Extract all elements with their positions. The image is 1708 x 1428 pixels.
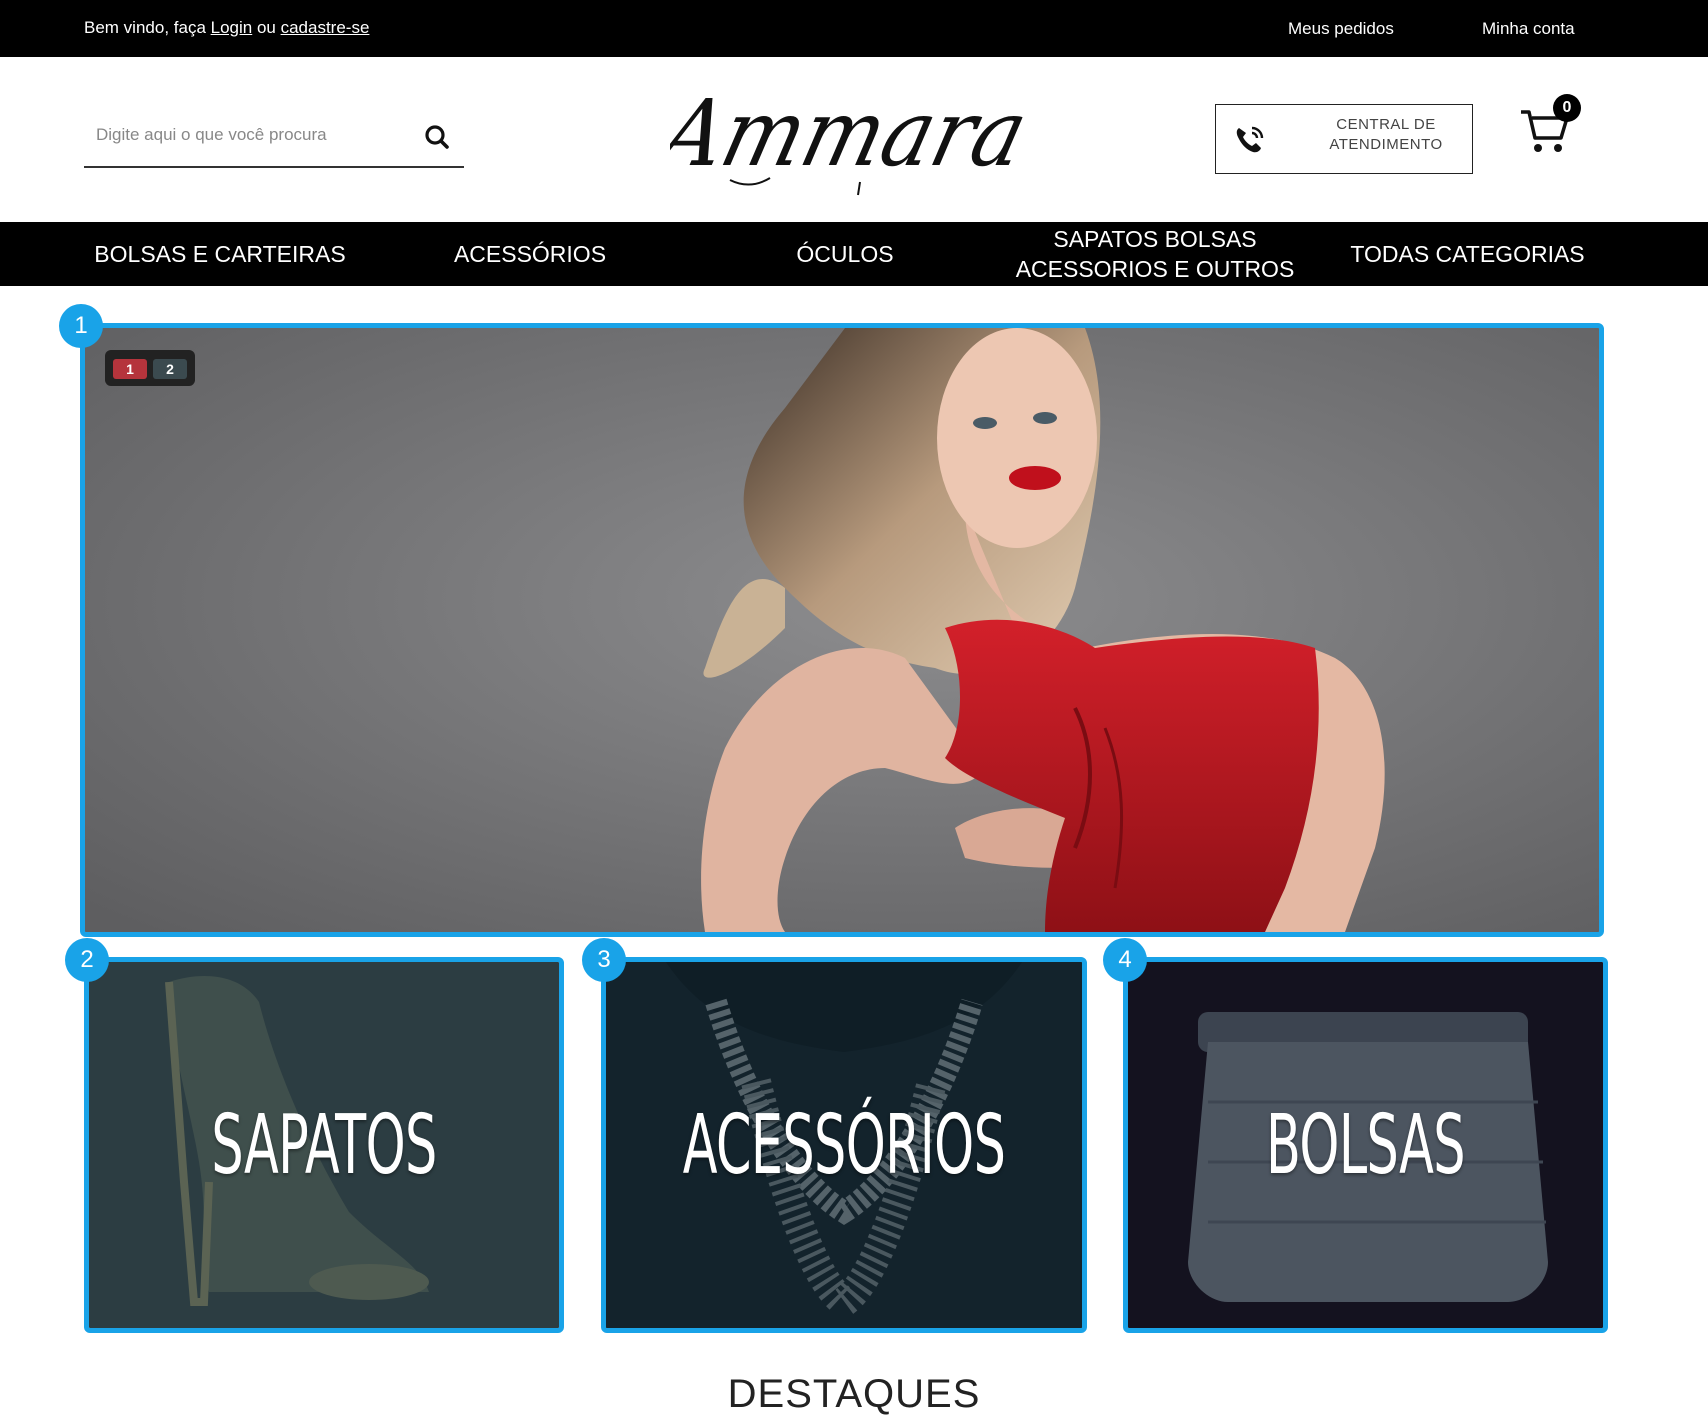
- welcome-text: Bem vindo, faça Login ou cadastre-se: [84, 18, 369, 38]
- nav-item-oculos[interactable]: ÓCULOS: [700, 222, 990, 286]
- search-button[interactable]: [420, 120, 454, 154]
- nav-item-acessorios[interactable]: ACESSÓRIOS: [380, 222, 680, 286]
- tile-title: BOLSAS: [1266, 1097, 1465, 1193]
- logo[interactable]: Ammara: [643, 70, 1070, 200]
- annotation-marker-4: 4: [1103, 938, 1147, 982]
- slider-pagination: 1 2: [105, 350, 195, 386]
- login-link[interactable]: Login: [211, 18, 253, 37]
- logo-text: Ammara: [670, 80, 1037, 187]
- welcome-prefix: Bem vindo, faça: [84, 18, 211, 37]
- nav-item-label: TODAS CATEGORIAS: [1350, 241, 1585, 267]
- customer-service-box[interactable]: CENTRAL DE ATENDIMENTO: [1215, 104, 1473, 174]
- search-icon: [425, 125, 449, 149]
- nav-item-label-line-2: ACESSORIOS E OUTROS: [1015, 256, 1295, 282]
- my-orders-link[interactable]: Meus pedidos: [1288, 19, 1394, 39]
- search-bar: [84, 110, 464, 168]
- slide-dot-2[interactable]: 2: [153, 359, 187, 379]
- annotation-marker-1: 1: [59, 304, 103, 348]
- support-line-1: CENTRAL DE: [1336, 116, 1436, 133]
- phone-icon: [1236, 126, 1264, 153]
- slide-dot-1[interactable]: 1: [113, 359, 147, 379]
- category-tile-bolsas[interactable]: BOLSAS: [1123, 957, 1608, 1333]
- category-tile-sapatos[interactable]: SAPATOS: [84, 957, 564, 1333]
- customer-service-label: CENTRAL DE ATENDIMENTO: [1306, 115, 1466, 155]
- logo-image: Ammara: [643, 80, 1037, 196]
- my-account-link[interactable]: Minha conta: [1482, 19, 1575, 39]
- tile-title: SAPATOS: [211, 1097, 437, 1193]
- nav-item-label-line-1: SAPATOS BOLSAS: [1053, 226, 1257, 252]
- cart-count-badge: 0: [1553, 94, 1581, 122]
- nav-item-label: BOLSAS E CARTEIRAS: [94, 241, 346, 267]
- hero-banner[interactable]: 1 2: [80, 323, 1604, 937]
- nav-item-todas-categorias[interactable]: TODAS CATEGORIAS: [1320, 222, 1615, 286]
- nav-item-label: ÓCULOS: [796, 241, 894, 267]
- support-line-2: ATENDIMENTO: [1329, 136, 1443, 153]
- category-tile-acessorios[interactable]: ACESSÓRIOS: [601, 957, 1087, 1333]
- search-input[interactable]: [94, 124, 398, 146]
- section-title-destaques: DESTAQUES: [727, 1372, 981, 1416]
- category-nav: BOLSAS E CARTEIRAS ACESSÓRIOS ÓCULOS SAP…: [0, 222, 1708, 286]
- or-text: ou: [252, 18, 281, 37]
- cart-button[interactable]: 0: [1515, 92, 1585, 162]
- annotation-marker-2: 2: [65, 938, 109, 982]
- nav-item-bolsas-e-carteiras[interactable]: BOLSAS E CARTEIRAS: [60, 222, 380, 286]
- signup-link[interactable]: cadastre-se: [281, 18, 370, 37]
- tile-title: ACESSÓRIOS: [682, 1097, 1006, 1193]
- hero-image: [85, 328, 1599, 932]
- nav-item-sapatos-bolsas-acessorios[interactable]: SAPATOS BOLSAS ACESSORIOS E OUTROS: [1005, 222, 1305, 286]
- top-bar: Bem vindo, faça Login ou cadastre-se Meu…: [0, 0, 1708, 57]
- nav-item-label: ACESSÓRIOS: [453, 241, 607, 267]
- annotation-marker-3: 3: [582, 938, 626, 982]
